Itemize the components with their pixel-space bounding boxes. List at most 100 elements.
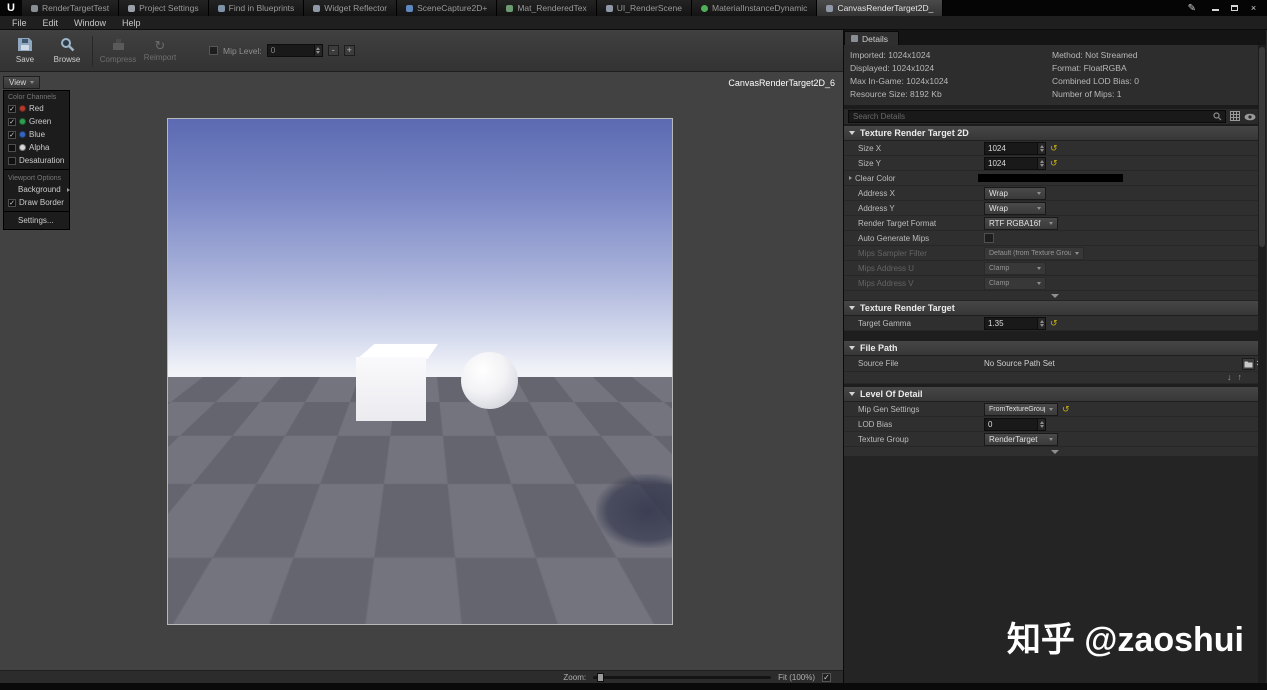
reset-to-default-icon[interactable]: ↺ [1050,144,1058,153]
menu-item-red-channel[interactable]: ✓ Red [4,102,69,115]
alpha-checkbox[interactable] [8,144,16,152]
menu-file[interactable]: File [5,18,34,28]
window-tab-ui-renderscene[interactable]: UI_RenderScene [597,0,692,16]
spinner-arrows-icon[interactable] [1037,318,1045,329]
lod-bias-value[interactable]: 0 [985,419,1037,430]
view-menu-button[interactable]: View [3,76,40,89]
fit-checkbox[interactable]: ✓ [822,673,831,682]
auto-generate-mips-checkbox[interactable] [984,233,994,243]
window-tab-scenecapture2d[interactable]: SceneCapture2D+ [397,0,497,16]
row-mips-address-u: Mips Address U Clamp [844,261,1266,276]
window-tab-project-settings[interactable]: Project Settings [119,0,209,16]
menu-item-desaturation[interactable]: Desaturation [4,154,69,167]
section-expanded-icon [849,346,855,350]
blue-checkbox[interactable]: ✓ [8,131,16,139]
red-label: Red [29,104,44,113]
menu-item-draw-border[interactable]: ✓ Draw Border [4,196,69,209]
texture-preview-viewport[interactable]: View Color Channels ✓ Red ✓ Green [0,72,843,683]
window-tab-widget-reflector[interactable]: Widget Reflector [304,0,397,16]
address-x-dropdown[interactable]: Wrap [984,187,1046,200]
browse-file-button[interactable] [1242,358,1255,370]
menu-item-settings[interactable]: Settings... [4,214,69,227]
dropdown-arrow-icon [1049,408,1053,411]
size-x-value[interactable]: 1024 [985,143,1037,154]
section-texture-render-target[interactable]: Texture Render Target [844,301,1266,316]
search-details-box[interactable] [848,110,1226,123]
reimport-button[interactable]: ↻ Reimport [139,32,181,70]
reset-to-default-icon[interactable]: ↺ [1050,159,1058,168]
size-y-spinner[interactable]: 1024 [984,157,1046,170]
mip-level-spinner[interactable]: 0 [267,44,323,57]
lod-bias-spinner[interactable]: 0 [984,418,1046,431]
draw-border-checkbox[interactable]: ✓ [8,199,16,207]
mip-level-value[interactable]: 0 [268,45,314,56]
window-tab-rendertargettest[interactable]: RenderTargetTest [22,0,119,16]
window-tab-find-in-blueprints[interactable]: Find in Blueprints [209,0,305,16]
expand-struct-icon[interactable] [849,176,852,180]
watermark-text: 知乎 @zaoshui [1007,612,1244,661]
mip-level-increase-button[interactable]: + [344,45,355,56]
size-y-value[interactable]: 1024 [985,158,1037,169]
restore-button[interactable] [1227,3,1242,14]
mips-address-u-dropdown[interactable]: Clamp [984,262,1046,275]
green-checkbox[interactable]: ✓ [8,118,16,126]
render-target-preview-image[interactable] [167,118,673,625]
mips-sampler-filter-dropdown[interactable]: Default (from Texture Group) [984,247,1084,260]
property-matrix-icon[interactable] [1230,108,1240,126]
section-texture-render-target-2d[interactable]: Texture Render Target 2D [844,126,1266,141]
feather-icon[interactable]: ✎ [1182,0,1202,16]
red-checkbox[interactable]: ✓ [8,105,16,113]
mip-level-decrease-button[interactable]: - [328,45,339,56]
target-gamma-spinner[interactable]: 1.35 [984,317,1046,330]
reset-to-default-icon[interactable]: ↺ [1062,405,1070,414]
scrollbar-thumb[interactable] [1259,47,1265,247]
reset-to-default-icon[interactable]: ↺ [1050,319,1058,328]
menu-item-green-channel[interactable]: ✓ Green [4,115,69,128]
mips-address-v-dropdown[interactable]: Clamp [984,277,1046,290]
mip-gen-settings-dropdown[interactable]: FromTextureGroup [984,403,1058,416]
spinner-arrows-icon[interactable] [1037,143,1045,154]
window-tab-materialinstancedynamic[interactable]: MaterialInstanceDynamic [692,0,817,16]
zoom-slider-handle[interactable] [597,673,604,682]
render-target-format-dropdown[interactable]: RTF RGBA16f [984,217,1058,230]
zoom-slider[interactable] [593,676,771,679]
menu-item-background[interactable]: Background [4,183,69,196]
address-y-dropdown[interactable]: Wrap [984,202,1046,215]
size-x-spinner[interactable]: 1024 [984,142,1046,155]
menu-edit[interactable]: Edit [36,18,66,28]
menu-window[interactable]: Window [67,18,113,28]
menu-item-alpha-channel[interactable]: Alpha [4,141,69,154]
window-tab-bar: U RenderTargetTest Project Settings Find… [0,0,1267,16]
window-tab-mat-renderedtex[interactable]: Mat_RenderedTex [497,0,596,16]
advanced-expander[interactable] [844,447,1266,457]
close-button[interactable]: × [1246,3,1261,14]
menu-item-blue-channel[interactable]: ✓ Blue [4,128,69,141]
target-gamma-label: Target Gamma [858,319,984,328]
browse-button[interactable]: Browse [46,32,88,70]
submenu-arrow-icon [67,188,70,192]
window-tab-canvasrendertarget2d[interactable]: CanvasRenderTarget2D_ [817,0,943,16]
minimize-button[interactable] [1208,3,1223,14]
clear-color-swatch[interactable] [978,174,1123,182]
import-up-icon[interactable]: ↑ [1238,373,1243,382]
section-level-of-detail[interactable]: Level Of Detail [844,387,1266,402]
spinner-arrows-icon[interactable] [1037,419,1045,430]
compress-button[interactable]: Compress [97,32,139,70]
search-details-input[interactable] [849,112,1213,121]
advanced-expander[interactable] [844,291,1266,301]
target-gamma-value[interactable]: 1.35 [985,318,1037,329]
info-imported: Imported: 1024x1024 [850,49,1052,62]
save-button[interactable]: Save [4,32,46,70]
spinner-arrows-icon[interactable] [314,45,322,56]
spinner-arrows-icon[interactable] [1037,158,1045,169]
export-down-icon[interactable]: ↓ [1227,373,1232,382]
texture-group-dropdown[interactable]: RenderTarget [984,433,1058,446]
zoom-label: Zoom: [563,673,586,682]
desaturation-checkbox[interactable] [8,157,16,165]
section-file-path[interactable]: File Path [844,341,1266,356]
details-scrollbar[interactable] [1258,45,1266,683]
mip-level-checkbox[interactable] [209,46,218,55]
menu-help[interactable]: Help [115,18,148,28]
mips-sampler-filter-label: Mips Sampler Filter [858,249,984,258]
details-tab[interactable]: Details [844,31,899,45]
